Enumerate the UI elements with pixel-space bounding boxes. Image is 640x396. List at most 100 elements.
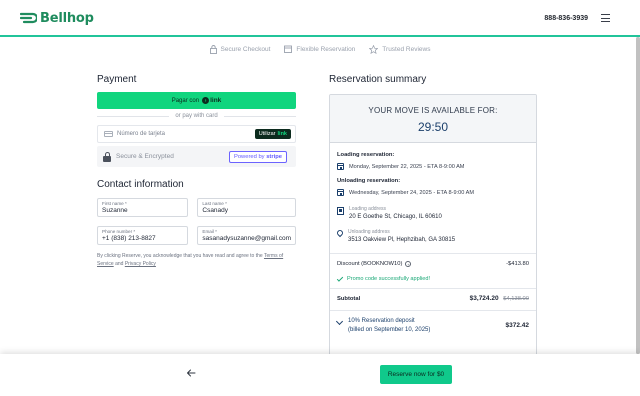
phone-field[interactable]: Phone number * +1 (838) 213-8827 bbox=[97, 226, 189, 245]
phone-number-link[interactable]: 888-836-3939 bbox=[544, 15, 588, 22]
unloading-address-block: Unloading address 3513 Oakview Pl, Hephz… bbox=[335, 228, 529, 243]
privacy-link[interactable]: Privacy Policy bbox=[125, 261, 156, 267]
calendar-icon bbox=[284, 45, 293, 53]
brand-name: Bellhop bbox=[40, 11, 94, 26]
checkmark-icon bbox=[336, 274, 344, 282]
unloading-reservation-label: Unloading reservation: bbox=[337, 178, 401, 184]
use-link-brand: link bbox=[277, 131, 287, 137]
timer-countdown: 29:50 bbox=[417, 120, 449, 134]
secure-encrypted-row: Secure & Encrypted Powered by stripe bbox=[97, 146, 296, 167]
first-name-value[interactable]: Suzanne bbox=[102, 207, 183, 214]
trust-bar: Secure Checkout Flexible Reservation Tru… bbox=[0, 42, 640, 56]
link-brand-text: link bbox=[210, 97, 222, 104]
credit-card-icon bbox=[104, 131, 113, 137]
loading-date-row: Monday, September 22, 2025 - ETA 8-9:00 … bbox=[337, 163, 529, 170]
card-number-placeholder: Número de tarjeta bbox=[117, 131, 166, 137]
and-text: and bbox=[115, 260, 124, 267]
first-name-field[interactable]: First name * Suzanne bbox=[97, 198, 189, 217]
padlock-icon bbox=[103, 151, 111, 162]
first-name-label: First name * bbox=[102, 201, 127, 206]
link-button-prefix: Pagar con bbox=[171, 97, 200, 104]
discount-label: Discount (BOOKNOW10) bbox=[337, 261, 403, 267]
subtotal-original-value: $4,138.00 bbox=[503, 296, 529, 302]
pricing-section: Discount (BOOKNOW10) + -$413.80 Promo co… bbox=[330, 254, 536, 282]
hamburger-menu-icon[interactable] bbox=[601, 14, 610, 22]
phone-label: Phone number * bbox=[102, 229, 136, 234]
deposit-note: (billed on September 10, 2025) bbox=[348, 326, 431, 333]
subtotal-row: Subtotal $3,724.20 $4,138.00 bbox=[337, 295, 529, 302]
chevron-down-icon[interactable] bbox=[335, 317, 344, 326]
email-field[interactable]: Email * sasanadysuzanne@gmail.com bbox=[197, 226, 296, 245]
email-label: Email * bbox=[202, 229, 217, 234]
link-logo: › link bbox=[202, 97, 221, 104]
contact-form-grid: First name * Suzanne Last name * Csanady… bbox=[97, 198, 296, 245]
reservation-details: Loading reservation: Monday, September 2… bbox=[330, 143, 536, 243]
deposit-label: 10% Reservation deposit bbox=[348, 318, 415, 324]
email-value[interactable]: sasanadysuzanne@gmail.com bbox=[202, 235, 291, 242]
star-icon bbox=[369, 44, 379, 54]
unloading-date-row: Wednesday, September 24, 2025 - ETA 8-9:… bbox=[337, 189, 529, 196]
unloading-address-label: Unloading address bbox=[348, 229, 390, 235]
last-name-value[interactable]: Csanady bbox=[202, 207, 291, 214]
scrollbar-thumb[interactable] bbox=[636, 37, 640, 354]
stripe-text: stripe bbox=[266, 153, 282, 160]
trust-label: Flexible Reservation bbox=[296, 45, 356, 53]
promo-success-message: Promo code successfully applied! bbox=[336, 274, 529, 282]
subtotal-value: $3,724.20 bbox=[469, 295, 499, 302]
sticky-footer: Reserve now for $0 bbox=[0, 354, 640, 396]
location-pin-icon bbox=[335, 228, 345, 238]
bellhop-logo-icon bbox=[20, 12, 37, 24]
calendar-icon bbox=[337, 163, 344, 170]
deposit-section[interactable]: 10% Reservation deposit (billed on Septe… bbox=[330, 311, 536, 334]
bellhop-logo[interactable]: Bellhop bbox=[20, 11, 94, 26]
use-link-prefix: Utilizar bbox=[258, 131, 276, 137]
loading-address-label: Loading address bbox=[349, 206, 386, 212]
phone-value[interactable]: +1 (838) 213-8827 bbox=[102, 235, 183, 242]
powered-by-stripe-badge[interactable]: Powered by stripe bbox=[228, 150, 287, 163]
powered-by-text: Powered by bbox=[233, 153, 265, 160]
top-header: Bellhop 888-836-3939 bbox=[0, 0, 640, 37]
subtotal-label: Subtotal bbox=[337, 295, 361, 302]
trust-label: Trusted Reviews bbox=[382, 45, 431, 53]
timer-label: YOUR MOVE IS AVAILABLE FOR: bbox=[368, 106, 498, 115]
last-name-label: Last name * bbox=[202, 201, 227, 206]
contact-heading: Contact information bbox=[97, 179, 184, 190]
last-name-field[interactable]: Last name * Csanady bbox=[197, 198, 296, 217]
disclaimer-text: By clicking Reserve, you acknowledge tha… bbox=[97, 253, 263, 259]
timer-box: YOUR MOVE IS AVAILABLE FOR: 29:50 bbox=[330, 95, 536, 143]
loading-address-block: Loading address 20 E Goethe St, Chicago,… bbox=[337, 206, 529, 220]
secure-text: Secure & Encrypted bbox=[116, 153, 174, 160]
back-arrow-icon[interactable] bbox=[186, 368, 196, 378]
building-icon bbox=[337, 207, 344, 215]
link-arrow-icon: › bbox=[202, 97, 210, 104]
discount-row: Discount (BOOKNOW10) + -$413.80 bbox=[337, 261, 529, 267]
page-scrollbar[interactable] bbox=[636, 37, 640, 354]
trust-flexible-reservation: Flexible Reservation bbox=[284, 45, 355, 53]
checkout-form: Payment Pagar con › link or pay with car… bbox=[97, 74, 297, 269]
trust-secure-checkout: Secure Checkout bbox=[209, 44, 271, 54]
divider-text: or pay with card bbox=[175, 113, 218, 119]
trust-label: Secure Checkout bbox=[220, 45, 271, 53]
loading-reservation-label: Loading reservation: bbox=[337, 152, 395, 158]
or-divider: or pay with card bbox=[97, 113, 297, 119]
use-link-button[interactable]: Utilizar link bbox=[254, 129, 291, 139]
reserve-now-button[interactable]: Reserve now for $0 bbox=[380, 365, 452, 384]
trust-reviews: Trusted Reviews bbox=[369, 44, 431, 54]
lock-icon bbox=[209, 44, 217, 54]
payment-heading: Payment bbox=[97, 74, 137, 85]
loading-date: Monday, September 22, 2025 - ETA 8-9:00 … bbox=[349, 163, 465, 170]
reservation-summary-card: YOUR MOVE IS AVAILABLE FOR: 29:50 Loadin… bbox=[329, 94, 537, 364]
deposit-value: $372.42 bbox=[505, 322, 530, 330]
summary-heading: Reservation summary bbox=[329, 74, 427, 85]
card-number-field[interactable]: Número de tarjeta Utilizar link bbox=[97, 125, 296, 143]
unloading-date: Wednesday, September 24, 2025 - ETA 8-9:… bbox=[349, 189, 474, 196]
info-icon[interactable]: + bbox=[405, 261, 412, 267]
unloading-address: 3513 Oakview Pl, Hephzibah, GA 30815 bbox=[348, 237, 456, 243]
loading-address: 20 E Goethe St, Chicago, IL 60610 bbox=[349, 214, 442, 220]
pay-with-link-button[interactable]: Pagar con › link bbox=[97, 92, 296, 109]
promo-success-text: Promo code successfully applied! bbox=[347, 276, 431, 282]
subtotal-section: Subtotal $3,724.20 $4,138.00 bbox=[330, 289, 536, 302]
terms-disclaimer: By clicking Reserve, you acknowledge tha… bbox=[97, 253, 296, 269]
calendar-icon bbox=[337, 189, 344, 196]
deposit-row[interactable]: 10% Reservation deposit (billed on Septe… bbox=[335, 317, 530, 334]
